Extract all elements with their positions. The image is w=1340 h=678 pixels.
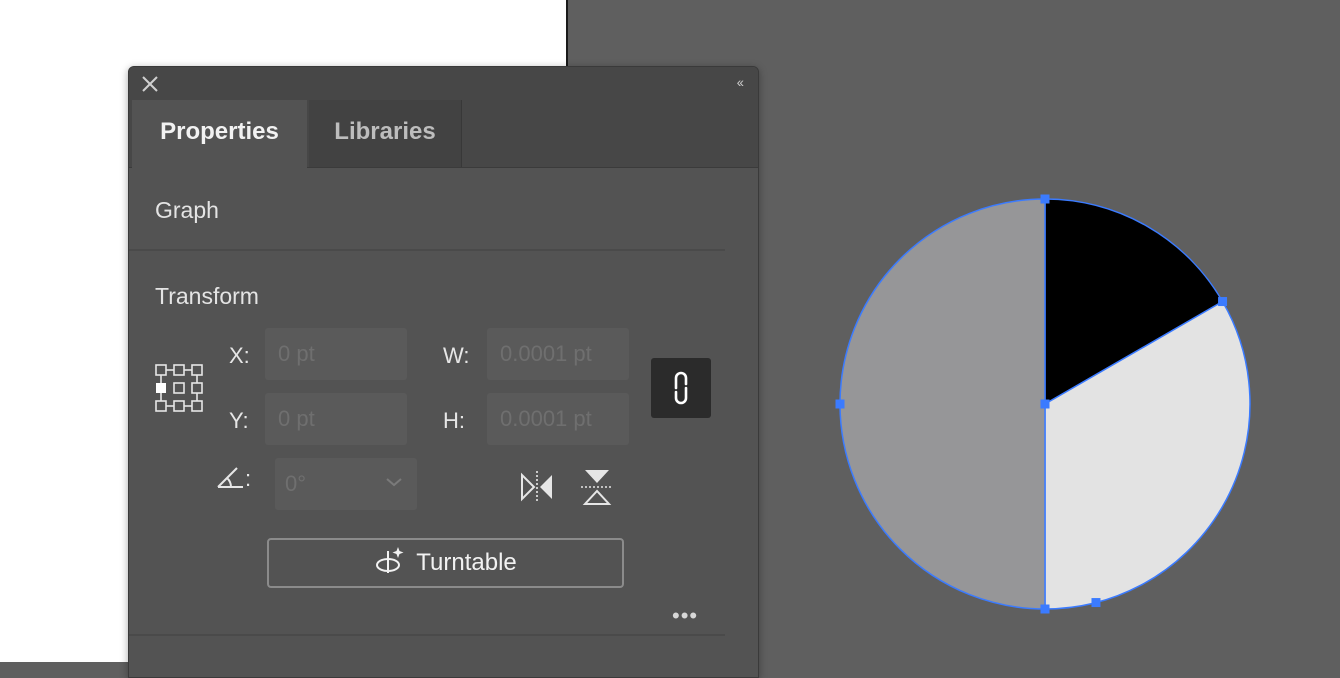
selection-type-label: Graph: [155, 197, 219, 223]
height-field[interactable]: 0.0001 pt: [487, 393, 629, 445]
angle-colon: :: [245, 466, 252, 491]
flip-vertical-icon[interactable]: [580, 467, 614, 507]
chevron-down-icon: [386, 478, 402, 487]
selection-anchor-handle[interactable]: [1040, 604, 1050, 614]
turntable-button[interactable]: Turntable: [267, 538, 624, 588]
x-field[interactable]: 0 pt: [265, 328, 407, 380]
y-label: Y:: [229, 408, 249, 433]
collapse-panel-icon[interactable]: ‹‹: [737, 74, 744, 90]
selection-anchor-handle[interactable]: [1218, 297, 1228, 307]
turntable-icon: [376, 547, 404, 573]
reference-point-icon[interactable]: [154, 363, 204, 413]
close-icon[interactable]: [141, 75, 159, 93]
more-options-button[interactable]: •••: [672, 603, 698, 629]
turntable-label: Turntable: [416, 549, 517, 576]
selection-anchor-handle[interactable]: [1040, 399, 1050, 409]
width-field[interactable]: 0.0001 pt: [487, 328, 629, 380]
section-divider: [129, 249, 725, 251]
section-divider: [129, 634, 725, 636]
panel-tabbar: Properties Libraries: [129, 100, 758, 168]
x-label: X:: [229, 343, 250, 368]
constrain-proportions-button[interactable]: [651, 358, 711, 418]
tab-libraries[interactable]: Libraries: [309, 100, 462, 167]
y-field[interactable]: 0 pt: [265, 393, 407, 445]
selection-anchor-handle[interactable]: [1040, 194, 1050, 204]
rotate-value: 0°: [285, 471, 307, 496]
h-label: H:: [443, 408, 465, 433]
rotate-dropdown[interactable]: 0°: [275, 458, 417, 510]
w-label: W:: [443, 343, 470, 368]
pie-slice-2[interactable]: [839, 198, 1046, 610]
transform-title: Transform: [155, 283, 259, 309]
properties-panel: ‹‹ Properties Libraries Graph Transform …: [128, 66, 759, 678]
flip-horizontal-icon[interactable]: [519, 469, 555, 505]
link-icon: [674, 371, 688, 405]
selection-anchor-handle[interactable]: [835, 399, 845, 409]
panel-titlebar[interactable]: ‹‹: [129, 67, 758, 100]
pie-chart[interactable]: [830, 190, 1260, 620]
selection-anchor-handle[interactable]: [1091, 598, 1101, 608]
tab-properties[interactable]: Properties: [132, 100, 307, 168]
